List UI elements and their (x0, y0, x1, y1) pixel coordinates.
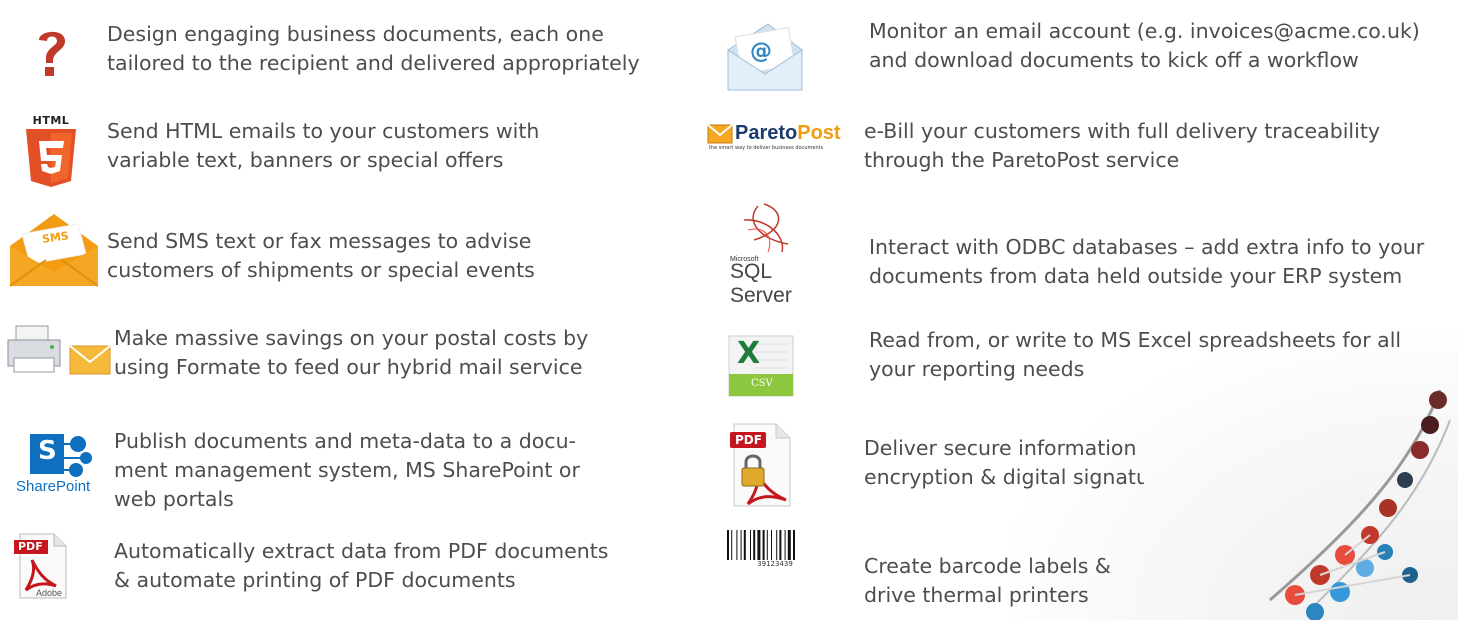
feature-text-line: Automatically extract data from PDF docu… (114, 539, 609, 563)
pdf-lock-icon: PDF (726, 422, 796, 508)
html5-label: HTML (32, 114, 70, 127)
svg-text:@: @ (750, 39, 772, 64)
mail-envelope-icon (69, 345, 111, 375)
sql-server-label: SQL Server (730, 260, 792, 307)
feature-text-line: Make massive savings on your postal cost… (114, 326, 589, 350)
feature-text-line: Send SMS text or fax messages to advise (107, 229, 532, 253)
html5-icon: HTML (22, 114, 80, 189)
feature-text-line: and download documents to kick off a wor… (869, 48, 1359, 72)
csv-label: CSV (751, 378, 773, 389)
feature-text-line: web portals (114, 487, 234, 511)
sql-server-icon: Microsoft SQL Server (730, 200, 794, 308)
adobe-label: Adobe (36, 588, 63, 598)
feature-text-line: Read from, or write to MS Excel spreadsh… (869, 328, 1402, 352)
feature-text-line: Design engaging business documents, each… (107, 22, 604, 46)
feature-text-line: your reporting needs (869, 357, 1085, 381)
feature-text-line: Publish documents and meta-data to a doc… (114, 429, 576, 453)
paretopost-tagline: the smart way to deliver business docume… (709, 145, 824, 151)
paretopost-logo-part-b: Post (797, 122, 841, 144)
paretopost-logo-icon: Pareto Post the smart way to deliver busi… (707, 122, 857, 151)
feature-text-line: Monitor an email account (e.g. invoices@… (869, 19, 1420, 43)
paretopost-envelope-icon (707, 123, 733, 143)
sharepoint-label: SharePoint (16, 478, 91, 495)
excel-letter: X (737, 336, 761, 371)
feature-text-line: customers of shipments or special events (107, 258, 535, 282)
feature-text-line: variable text, banners or special offers (107, 148, 504, 172)
pdf-lock-label: PDF (735, 433, 762, 447)
barcode-icon: 39123439 (727, 530, 823, 568)
paretopost-logo-part-a: Pareto (735, 122, 798, 144)
feature-text-line: Send HTML emails to your customers with (107, 119, 540, 143)
feature-text-line: tailored to the recipient and delivered … (107, 51, 640, 75)
pdf-label: PDF (18, 540, 43, 553)
feature-text-line: documents from data held outside your ER… (869, 264, 1403, 288)
sharepoint-letter: S (38, 436, 57, 466)
printer-icon (7, 325, 61, 373)
email-envelope-icon: @ (722, 20, 808, 96)
printer-mail-icon (6, 320, 116, 382)
sharepoint-icon: S SharePoint (16, 430, 96, 495)
feature-text-line: & automate printing of PDF documents (114, 568, 516, 592)
excel-csv-icon: X CSV (725, 334, 797, 398)
feature-text-line: through the ParetoPost service (864, 148, 1180, 172)
question-icon (35, 26, 69, 78)
feature-text-line: ment management system, MS SharePoint or (114, 458, 580, 482)
feature-text-line: Deliver secure information (864, 436, 1137, 460)
feature-text-line: drive thermal printers (864, 583, 1089, 607)
barcode-number: 39123439 (757, 560, 793, 568)
sms-envelope-icon: SMS (4, 204, 104, 294)
feature-text-line: Create barcode labels & (864, 554, 1111, 578)
feature-text-line: e-Bill your customers with full delivery… (864, 119, 1380, 143)
feature-text-line: Interact with ODBC databases – add extra… (869, 235, 1425, 259)
pdf-adobe-icon: PDF Adobe (14, 532, 70, 600)
dna-strand-icon (1269, 389, 1451, 620)
feature-text-line: using Formate to feed our hybrid mail se… (114, 355, 583, 379)
feature-text-line: encryption & digital signatu (864, 465, 1144, 489)
